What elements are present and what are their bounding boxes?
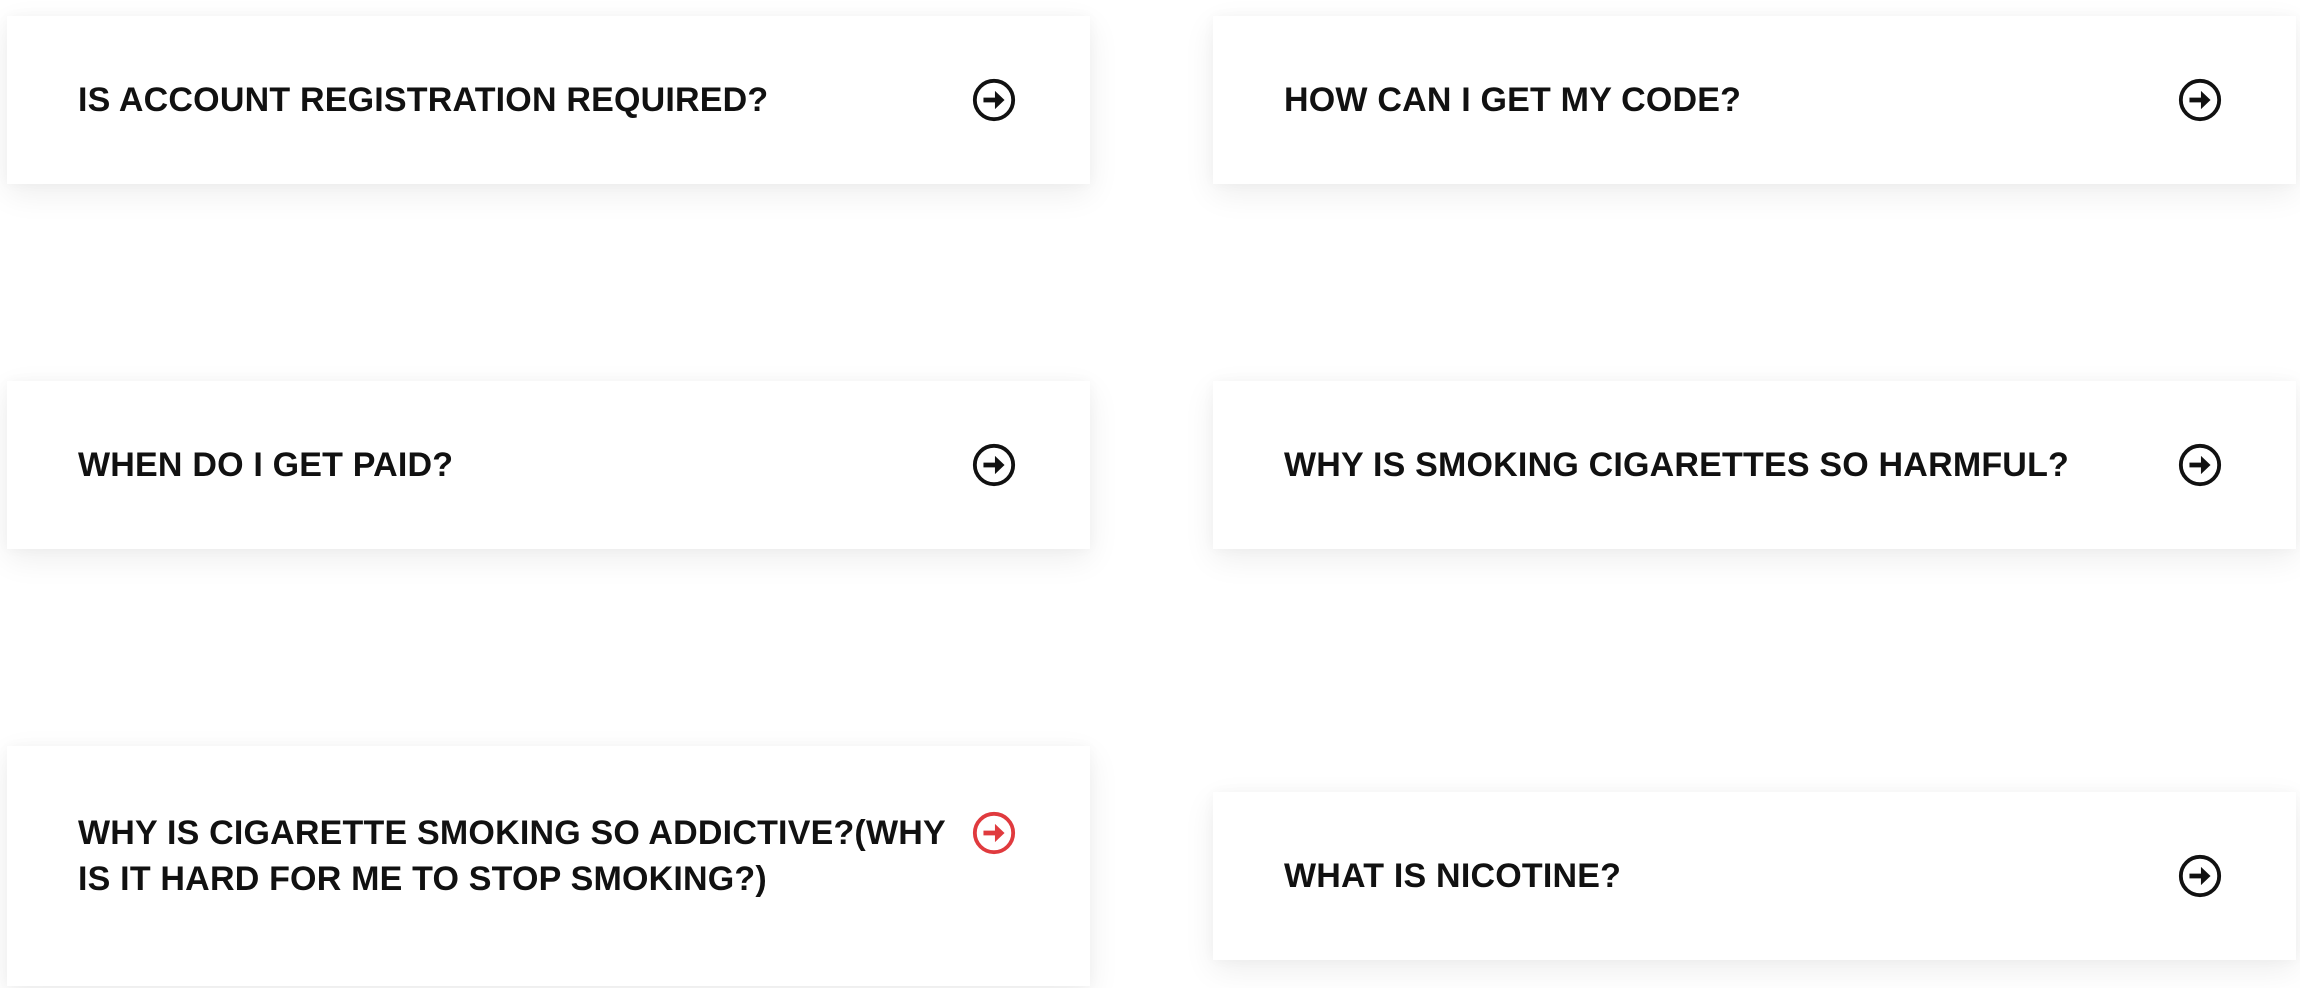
arrow-circle-right-icon[interactable] bbox=[971, 442, 1017, 488]
faq-item-nicotine[interactable]: WHAT IS NICOTINE? bbox=[1213, 792, 2296, 960]
arrow-circle-right-icon[interactable] bbox=[2177, 442, 2223, 488]
arrow-circle-right-icon[interactable] bbox=[971, 77, 1017, 123]
faq-question: WHEN DO I GET PAID? bbox=[78, 446, 454, 484]
arrow-circle-right-icon[interactable] bbox=[2177, 77, 2223, 123]
arrow-circle-right-icon[interactable] bbox=[971, 810, 1017, 856]
faq-question: WHY IS SMOKING CIGARETTES SO HARMFUL? bbox=[1284, 446, 2070, 484]
faq-item-smoking-harmful[interactable]: WHY IS SMOKING CIGARETTES SO HARMFUL? bbox=[1213, 381, 2296, 549]
arrow-circle-right-icon[interactable] bbox=[2177, 853, 2223, 899]
faq-item-account-registration[interactable]: IS ACCOUNT REGISTRATION REQUIRED? bbox=[7, 16, 1090, 184]
faq-item-get-code[interactable]: HOW CAN I GET MY CODE? bbox=[1213, 16, 2296, 184]
faq-item-get-paid[interactable]: WHEN DO I GET PAID? bbox=[7, 381, 1090, 549]
faq-item-smoking-addictive[interactable]: WHY IS CIGARETTE SMOKING SO ADDICTIVE?(W… bbox=[7, 746, 1090, 986]
faq-question: HOW CAN I GET MY CODE? bbox=[1284, 81, 1742, 119]
faq-question: WHY IS CIGARETTE SMOKING SO ADDICTIVE?(W… bbox=[78, 814, 946, 898]
faq-question: WHAT IS NICOTINE? bbox=[1284, 857, 1622, 895]
faq-question: IS ACCOUNT REGISTRATION REQUIRED? bbox=[78, 81, 769, 119]
